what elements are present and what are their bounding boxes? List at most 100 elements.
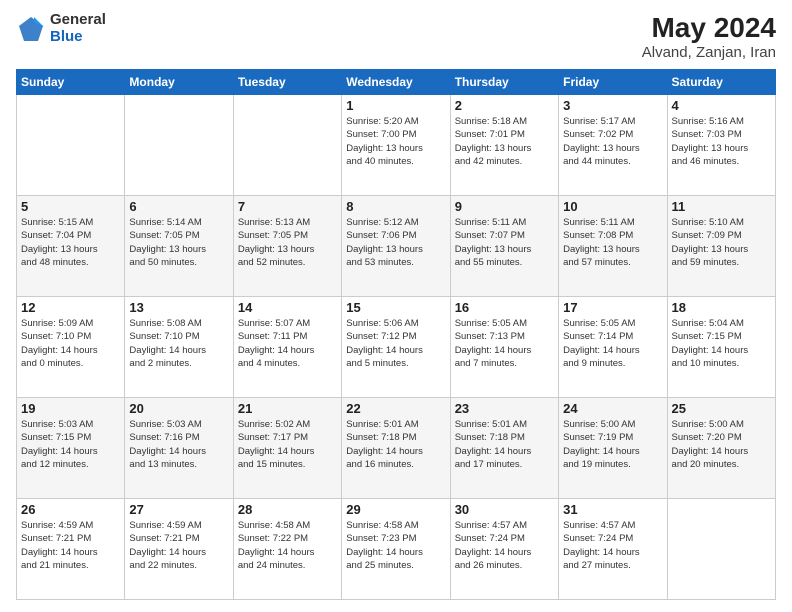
calendar-cell-1-2: 7 Sunrise: 5:13 AM Sunset: 7:05 PM Daylig… <box>233 196 341 297</box>
day-number-1-0: 5 <box>21 199 120 214</box>
day-number-0-6: 4 <box>672 98 771 113</box>
header-sunday: Sunday <box>17 70 125 95</box>
week-row-3: 19 Sunrise: 5:03 AM Sunset: 7:15 PM Dayli… <box>17 398 776 499</box>
day-number-3-5: 24 <box>563 401 662 416</box>
calendar-cell-4-4: 30 Sunrise: 4:57 AM Sunset: 7:24 PM Dayli… <box>450 499 558 600</box>
week-row-1: 5 Sunrise: 5:15 AM Sunset: 7:04 PM Daylig… <box>17 196 776 297</box>
day-number-1-6: 11 <box>672 199 771 214</box>
calendar-cell-3-0: 19 Sunrise: 5:03 AM Sunset: 7:15 PM Dayli… <box>17 398 125 499</box>
day-info-0-6: Sunrise: 5:16 AM Sunset: 7:03 PM Dayligh… <box>672 115 771 168</box>
day-info-4-4: Sunrise: 4:57 AM Sunset: 7:24 PM Dayligh… <box>455 519 554 572</box>
day-number-1-2: 7 <box>238 199 337 214</box>
calendar-cell-0-1 <box>125 95 233 196</box>
calendar-cell-0-6: 4 Sunrise: 5:16 AM Sunset: 7:03 PM Daylig… <box>667 95 775 196</box>
day-info-1-3: Sunrise: 5:12 AM Sunset: 7:06 PM Dayligh… <box>346 216 445 269</box>
day-info-1-1: Sunrise: 5:14 AM Sunset: 7:05 PM Dayligh… <box>129 216 228 269</box>
calendar-cell-2-2: 14 Sunrise: 5:07 AM Sunset: 7:11 PM Dayli… <box>233 297 341 398</box>
calendar-cell-3-2: 21 Sunrise: 5:02 AM Sunset: 7:17 PM Dayli… <box>233 398 341 499</box>
calendar-cell-4-0: 26 Sunrise: 4:59 AM Sunset: 7:21 PM Dayli… <box>17 499 125 600</box>
day-info-3-0: Sunrise: 5:03 AM Sunset: 7:15 PM Dayligh… <box>21 418 120 471</box>
header-saturday: Saturday <box>667 70 775 95</box>
calendar-cell-1-5: 10 Sunrise: 5:11 AM Sunset: 7:08 PM Dayli… <box>559 196 667 297</box>
week-row-2: 12 Sunrise: 5:09 AM Sunset: 7:10 PM Dayli… <box>17 297 776 398</box>
day-info-4-3: Sunrise: 4:58 AM Sunset: 7:23 PM Dayligh… <box>346 519 445 572</box>
day-info-1-5: Sunrise: 5:11 AM Sunset: 7:08 PM Dayligh… <box>563 216 662 269</box>
day-info-2-0: Sunrise: 5:09 AM Sunset: 7:10 PM Dayligh… <box>21 317 120 370</box>
day-info-4-0: Sunrise: 4:59 AM Sunset: 7:21 PM Dayligh… <box>21 519 120 572</box>
day-info-2-6: Sunrise: 5:04 AM Sunset: 7:15 PM Dayligh… <box>672 317 771 370</box>
calendar-cell-0-4: 2 Sunrise: 5:18 AM Sunset: 7:01 PM Daylig… <box>450 95 558 196</box>
day-info-1-6: Sunrise: 5:10 AM Sunset: 7:09 PM Dayligh… <box>672 216 771 269</box>
header-wednesday: Wednesday <box>342 70 450 95</box>
day-info-1-2: Sunrise: 5:13 AM Sunset: 7:05 PM Dayligh… <box>238 216 337 269</box>
calendar-cell-2-5: 17 Sunrise: 5:05 AM Sunset: 7:14 PM Dayli… <box>559 297 667 398</box>
calendar-cell-0-3: 1Sunrise: 5:20 AM Sunset: 7:00 PM Daylig… <box>342 95 450 196</box>
header-tuesday: Tuesday <box>233 70 341 95</box>
day-info-2-2: Sunrise: 5:07 AM Sunset: 7:11 PM Dayligh… <box>238 317 337 370</box>
logo-blue-text: Blue <box>50 29 106 46</box>
calendar-cell-0-2 <box>233 95 341 196</box>
day-number-2-5: 17 <box>563 300 662 315</box>
header-friday: Friday <box>559 70 667 95</box>
day-number-2-2: 14 <box>238 300 337 315</box>
day-info-3-6: Sunrise: 5:00 AM Sunset: 7:20 PM Dayligh… <box>672 418 771 471</box>
day-number-3-3: 22 <box>346 401 445 416</box>
calendar-cell-3-4: 23Sunrise: 5:01 AM Sunset: 7:18 PM Dayli… <box>450 398 558 499</box>
calendar-cell-1-0: 5 Sunrise: 5:15 AM Sunset: 7:04 PM Daylig… <box>17 196 125 297</box>
day-number-2-1: 13 <box>129 300 228 315</box>
header-thursday: Thursday <box>450 70 558 95</box>
day-number-3-0: 19 <box>21 401 120 416</box>
day-number-3-6: 25 <box>672 401 771 416</box>
day-number-1-5: 10 <box>563 199 662 214</box>
day-info-0-4: Sunrise: 5:18 AM Sunset: 7:01 PM Dayligh… <box>455 115 554 168</box>
day-number-4-1: 27 <box>129 502 228 517</box>
day-number-3-2: 21 <box>238 401 337 416</box>
logo-text: General Blue <box>50 12 106 45</box>
day-number-1-4: 9 <box>455 199 554 214</box>
logo: General Blue <box>16 12 106 45</box>
day-number-2-0: 12 <box>21 300 120 315</box>
calendar-cell-2-0: 12 Sunrise: 5:09 AM Sunset: 7:10 PM Dayli… <box>17 297 125 398</box>
calendar-cell-3-5: 24 Sunrise: 5:00 AM Sunset: 7:19 PM Dayli… <box>559 398 667 499</box>
calendar-table: Sunday Monday Tuesday Wednesday Thursday… <box>16 69 776 600</box>
calendar-cell-1-1: 6 Sunrise: 5:14 AM Sunset: 7:05 PM Daylig… <box>125 196 233 297</box>
logo-general-text: General <box>50 12 106 29</box>
day-info-0-5: Sunrise: 5:17 AM Sunset: 7:02 PM Dayligh… <box>563 115 662 168</box>
day-number-4-0: 26 <box>21 502 120 517</box>
day-info-1-4: Sunrise: 5:11 AM Sunset: 7:07 PM Dayligh… <box>455 216 554 269</box>
day-info-3-5: Sunrise: 5:00 AM Sunset: 7:19 PM Dayligh… <box>563 418 662 471</box>
calendar-cell-4-3: 29 Sunrise: 4:58 AM Sunset: 7:23 PM Dayli… <box>342 499 450 600</box>
day-number-1-1: 6 <box>129 199 228 214</box>
day-info-2-4: Sunrise: 5:05 AM Sunset: 7:13 PM Dayligh… <box>455 317 554 370</box>
calendar-cell-1-6: 11 Sunrise: 5:10 AM Sunset: 7:09 PM Dayli… <box>667 196 775 297</box>
day-number-4-3: 29 <box>346 502 445 517</box>
calendar-cell-3-1: 20 Sunrise: 5:03 AM Sunset: 7:16 PM Dayli… <box>125 398 233 499</box>
day-info-1-0: Sunrise: 5:15 AM Sunset: 7:04 PM Dayligh… <box>21 216 120 269</box>
calendar-cell-2-4: 16 Sunrise: 5:05 AM Sunset: 7:13 PM Dayli… <box>450 297 558 398</box>
day-number-2-3: 15 <box>346 300 445 315</box>
header: General Blue May 2024 Alvand, Zanjan, Ir… <box>16 12 776 61</box>
calendar-cell-0-0 <box>17 95 125 196</box>
day-info-4-1: Sunrise: 4:59 AM Sunset: 7:21 PM Dayligh… <box>129 519 228 572</box>
weekday-header-row: Sunday Monday Tuesday Wednesday Thursday… <box>17 70 776 95</box>
day-info-4-2: Sunrise: 4:58 AM Sunset: 7:22 PM Dayligh… <box>238 519 337 572</box>
day-info-3-4: Sunrise: 5:01 AM Sunset: 7:18 PM Dayligh… <box>455 418 554 471</box>
day-info-4-5: Sunrise: 4:57 AM Sunset: 7:24 PM Dayligh… <box>563 519 662 572</box>
day-number-4-5: 31 <box>563 502 662 517</box>
day-number-0-4: 2 <box>455 98 554 113</box>
day-info-2-5: Sunrise: 5:05 AM Sunset: 7:14 PM Dayligh… <box>563 317 662 370</box>
day-number-4-4: 30 <box>455 502 554 517</box>
calendar-cell-2-1: 13 Sunrise: 5:08 AM Sunset: 7:10 PM Dayli… <box>125 297 233 398</box>
day-info-3-1: Sunrise: 5:03 AM Sunset: 7:16 PM Dayligh… <box>129 418 228 471</box>
calendar-cell-4-6 <box>667 499 775 600</box>
day-number-4-2: 28 <box>238 502 337 517</box>
day-number-3-1: 20 <box>129 401 228 416</box>
calendar-cell-4-1: 27 Sunrise: 4:59 AM Sunset: 7:21 PM Dayli… <box>125 499 233 600</box>
day-number-2-4: 16 <box>455 300 554 315</box>
calendar-cell-2-3: 15Sunrise: 5:06 AM Sunset: 7:12 PM Dayli… <box>342 297 450 398</box>
day-info-3-2: Sunrise: 5:02 AM Sunset: 7:17 PM Dayligh… <box>238 418 337 471</box>
day-info-0-3: Sunrise: 5:20 AM Sunset: 7:00 PM Dayligh… <box>346 115 445 168</box>
calendar-cell-4-2: 28 Sunrise: 4:58 AM Sunset: 7:22 PM Dayli… <box>233 499 341 600</box>
day-info-2-1: Sunrise: 5:08 AM Sunset: 7:10 PM Dayligh… <box>129 317 228 370</box>
logo-icon <box>16 14 46 44</box>
